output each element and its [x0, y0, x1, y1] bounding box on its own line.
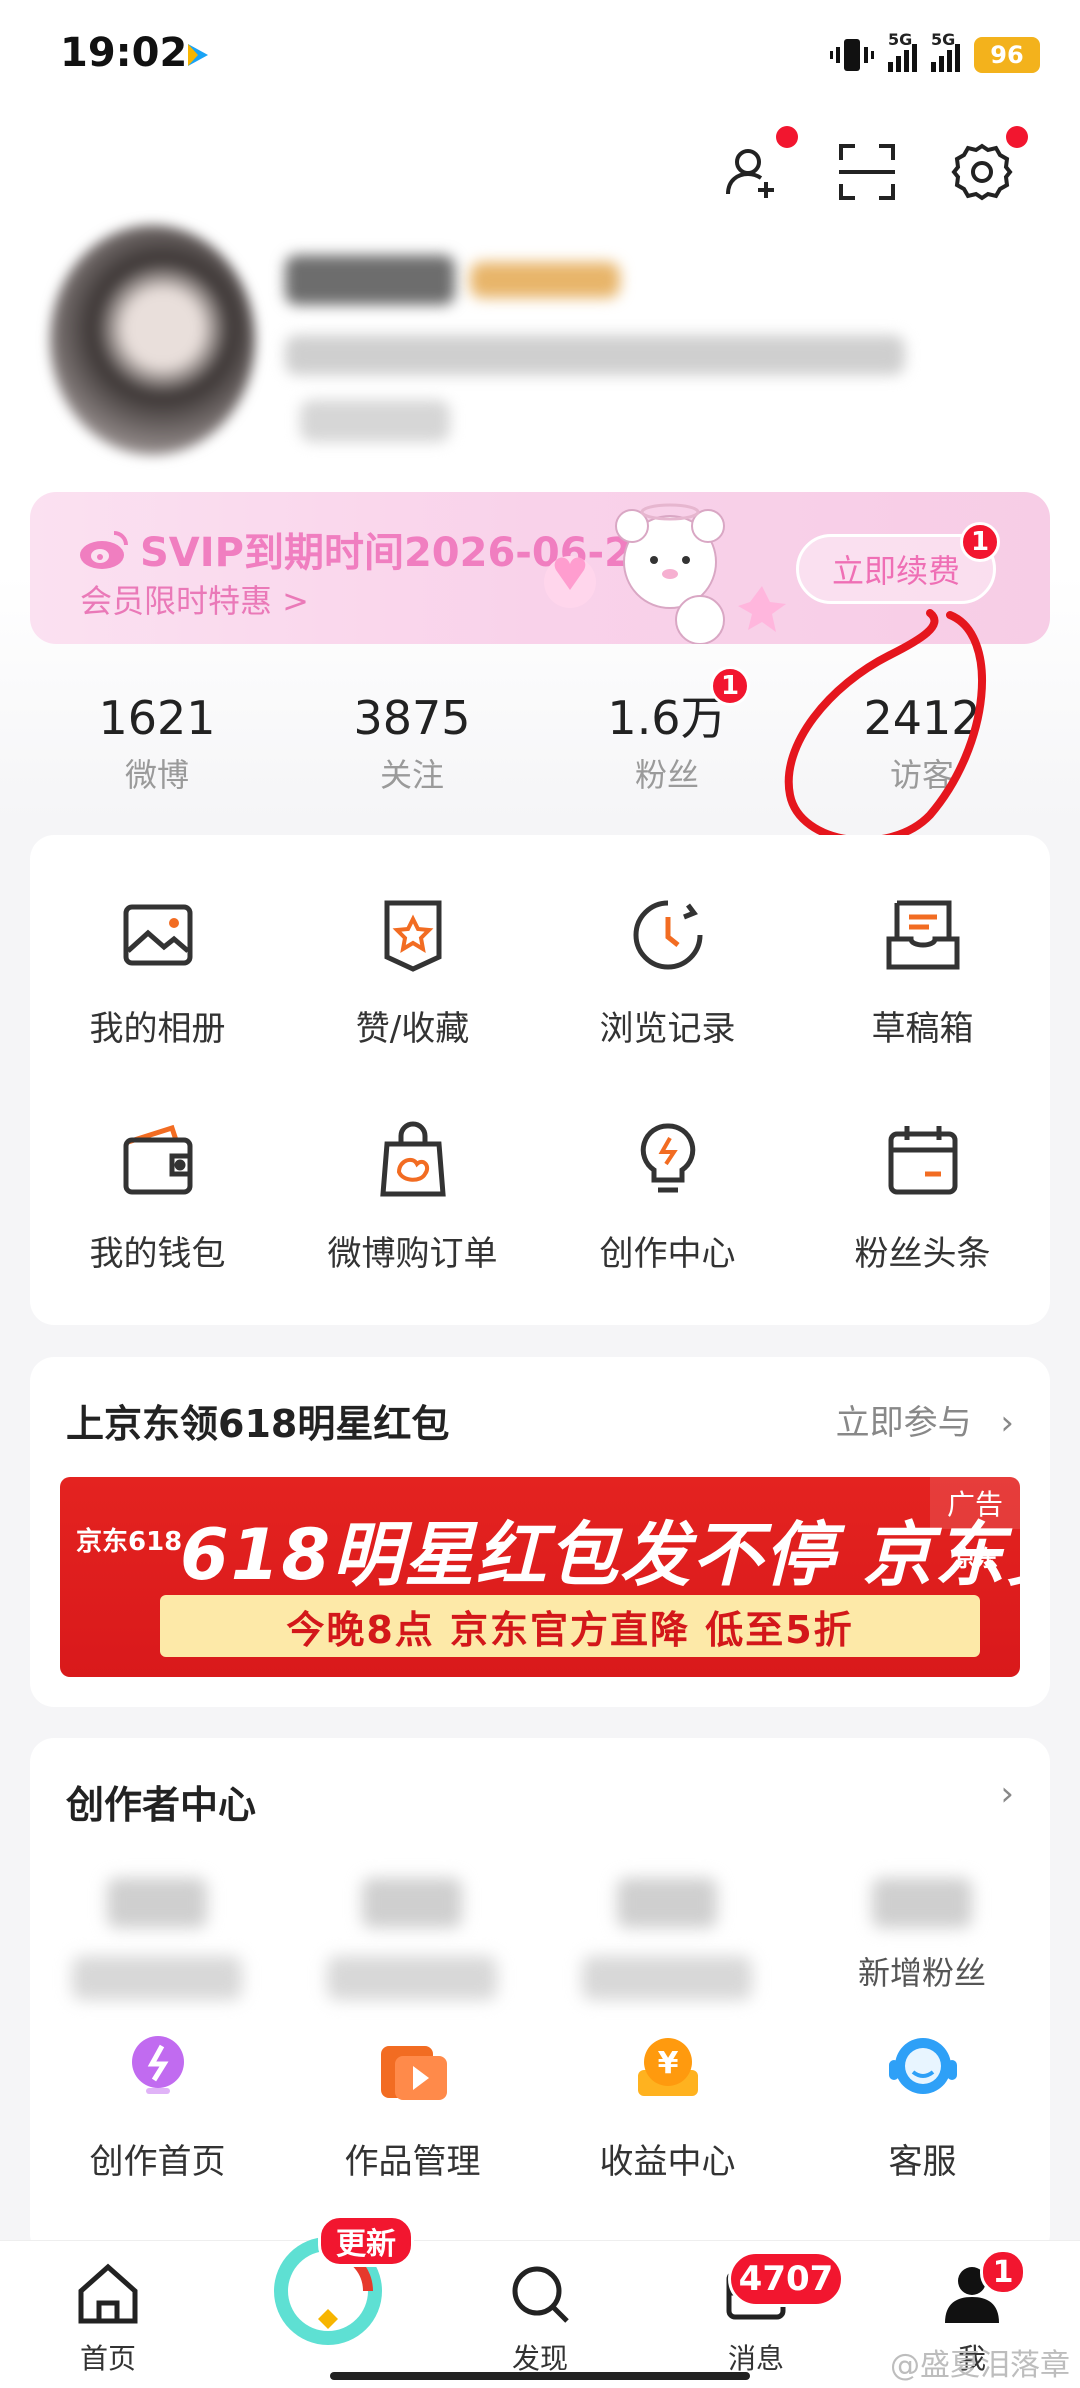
- revenue-shortcut[interactable]: ¥ 收益中心: [540, 2028, 795, 2183]
- creator-stat-new-fans[interactable]: 新增粉丝: [807, 1878, 1037, 1994]
- watermark: @盛夏泪落章: [890, 2348, 1070, 2383]
- revenue-icon: ¥: [637, 2038, 698, 2096]
- ad-subline: 今晚8点 京东官方直降 低至5折: [160, 1595, 980, 1657]
- creator-stat-1[interactable]: [42, 1878, 272, 2000]
- status-time: 19:02: [60, 30, 188, 76]
- grid-item-history[interactable]: 浏览记录: [540, 895, 795, 1050]
- grid-item-album[interactable]: 我的相册: [30, 895, 285, 1050]
- drafts-icon: [886, 900, 959, 970]
- creation-home-icon: [131, 2036, 184, 2094]
- calendar-icon: [888, 1126, 957, 1195]
- creator-center-title: 创作者中心: [66, 1783, 257, 1827]
- search-icon: [512, 2266, 569, 2323]
- bio-blurred: [285, 335, 905, 375]
- signal-icon-2: 5G: [931, 30, 960, 72]
- status-bar: 19:02 5G 5G 96: [0, 0, 1080, 115]
- nav-discover[interactable]: 发现: [470, 2259, 610, 2377]
- tools-card: 我的相册 赞/收藏 浏览记录 草稿箱 我的钱包 微博购订单 创作中心 粉丝头条: [30, 835, 1050, 1325]
- weibo-logo-icon: [80, 531, 128, 569]
- svip-banner[interactable]: SVIP到期时间2026-06-28 会员限时特惠 > 立即续费: [30, 492, 1050, 644]
- scan-icon[interactable]: [835, 140, 899, 204]
- works-manage-icon: [380, 2046, 447, 2100]
- jd-ad-card: 上京东领618明星红包 立即参与 › 京东618 618明星红包发不停 京东更便…: [30, 1357, 1050, 1707]
- creator-stat-2[interactable]: [297, 1878, 527, 2000]
- add-friend-dot: [776, 126, 798, 148]
- grid-item-shop-orders[interactable]: 微博购订单: [285, 1120, 540, 1275]
- vibrate-icon: [830, 39, 874, 71]
- signal-icon-1: 5G: [888, 30, 917, 72]
- creator-home-shortcut[interactable]: 创作首页: [30, 2028, 285, 2183]
- level-badge-blurred: [470, 262, 620, 298]
- bear-decoration-icon: [544, 503, 786, 644]
- customer-service-shortcut[interactable]: 客服: [795, 2028, 1050, 2183]
- shopping-bag-icon: [379, 1121, 446, 1197]
- ad-tag: 广告: [930, 1477, 1020, 1529]
- stat-weibo[interactable]: 1621 微博: [57, 690, 257, 796]
- followers-badge: 1: [710, 666, 750, 706]
- avatar[interactable]: [50, 225, 255, 455]
- grid-item-creation-center[interactable]: 创作中心: [540, 1120, 795, 1275]
- svip-subtitle[interactable]: 会员限时特惠 >: [80, 576, 309, 622]
- creator-center-card: 创作者中心 › 新增粉丝 创作首页 作品管理 ¥ 收益中心 客服: [30, 1738, 1050, 2258]
- me-badge: 1: [980, 2249, 1026, 2295]
- creation-bulb-icon: [640, 1123, 695, 1193]
- jd-logo-small: 京东: [953, 1547, 998, 1572]
- grid-item-fan-headlines[interactable]: 粉丝头条: [795, 1120, 1050, 1275]
- renew-badge: 1: [960, 522, 1000, 562]
- history-icon: [633, 900, 702, 970]
- add-friend-icon[interactable]: [720, 140, 784, 204]
- chevron-right-icon: ›: [1000, 1403, 1014, 1443]
- nav-home[interactable]: 首页: [38, 2259, 178, 2377]
- jd-join-link[interactable]: 立即参与 ›: [836, 1395, 1014, 1444]
- stat-following[interactable]: 3875 关注: [312, 690, 512, 796]
- nav-center-badge: 更新: [318, 2215, 414, 2267]
- tag-blurred: [300, 400, 450, 442]
- creator-stat-3[interactable]: [552, 1878, 782, 2000]
- creator-center-chevron-icon[interactable]: ›: [1000, 1774, 1014, 1814]
- stat-followers[interactable]: 1.6万 粉丝: [567, 690, 767, 796]
- messages-badge: 4707: [728, 2251, 844, 2307]
- jd-logo: 京东618: [76, 1527, 183, 1557]
- album-icon: [123, 904, 192, 966]
- wallet-icon: [123, 1124, 192, 1195]
- settings-dot: [1006, 126, 1028, 148]
- grid-item-favorites[interactable]: 赞/收藏: [285, 895, 540, 1050]
- app-notification-icon: [188, 44, 208, 66]
- jd-ad-banner[interactable]: 京东618 618明星红包发不停 京东更便宜 今晚8点 京东官方直降 低至5折 …: [60, 1477, 1020, 1677]
- settings-icon[interactable]: [950, 140, 1014, 204]
- battery-indicator: 96: [974, 37, 1040, 73]
- works-manage-shortcut[interactable]: 作品管理: [285, 2028, 540, 2183]
- jd-card-title: 上京东领618明星红包: [66, 1402, 450, 1446]
- stat-visitors[interactable]: 2412 访客: [822, 690, 1022, 796]
- favorites-icon: [384, 900, 441, 972]
- grid-item-wallet[interactable]: 我的钱包: [30, 1120, 285, 1275]
- home-icon: [78, 2263, 138, 2324]
- svg-text:¥: ¥: [657, 2046, 678, 2081]
- grid-item-drafts[interactable]: 草稿箱: [795, 895, 1050, 1050]
- ad-headline: 618明星红包发不停 京东更便宜: [180, 1514, 1020, 1596]
- customer-service-icon: [888, 2038, 957, 2094]
- home-indicator[interactable]: [330, 2372, 750, 2380]
- username-blurred: [285, 255, 455, 305]
